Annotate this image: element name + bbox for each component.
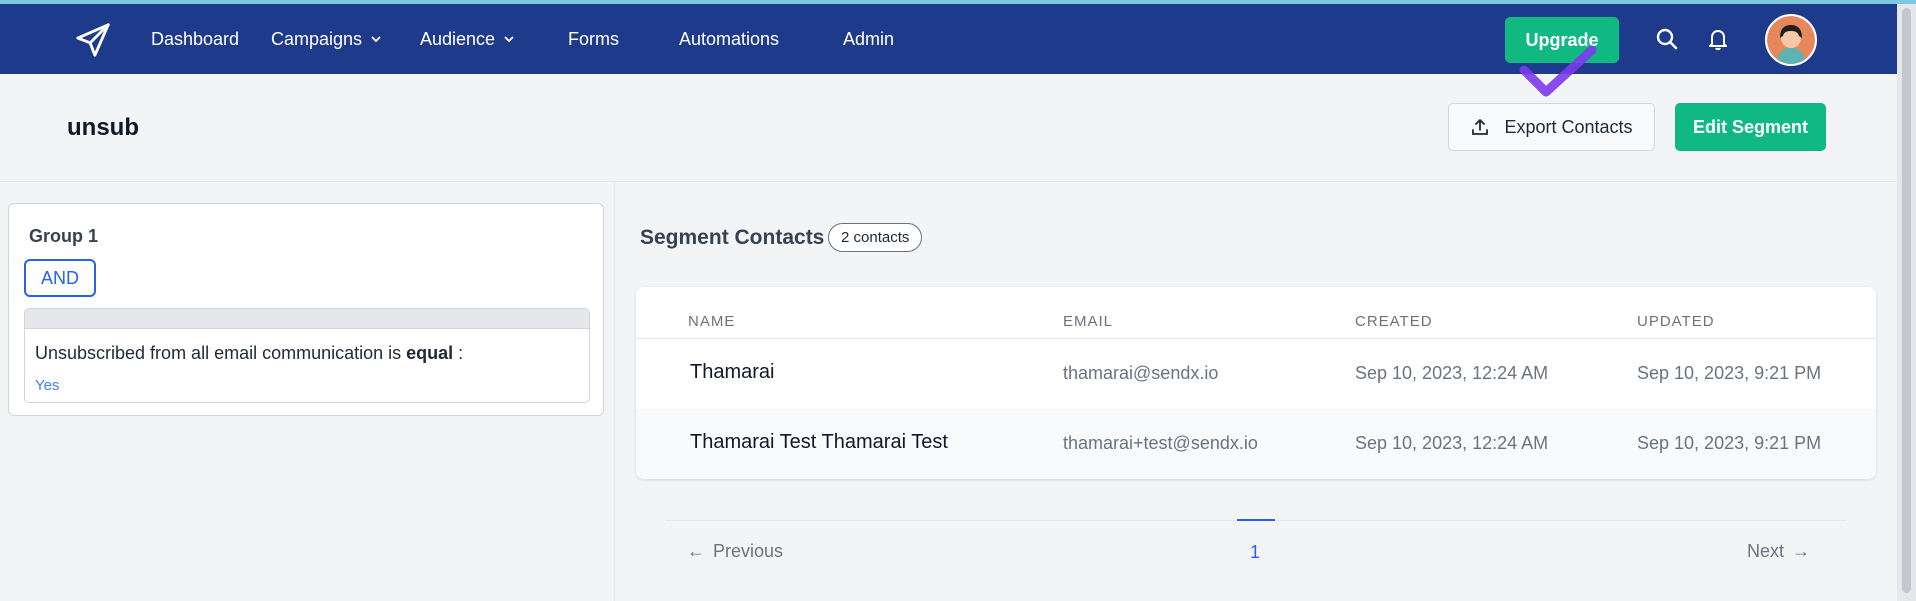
pagination-active-indicator bbox=[1237, 519, 1275, 521]
table-row[interactable]: Thamarai thamarai@sendx.io Sep 10, 2023,… bbox=[636, 339, 1876, 409]
export-contacts-label: Export Contacts bbox=[1504, 116, 1633, 137]
contacts-table: NAME EMAIL CREATED UPDATED Thamarai tham… bbox=[636, 287, 1876, 479]
upload-icon bbox=[1472, 119, 1489, 135]
chevron-down-icon bbox=[504, 36, 514, 43]
condition-operator: equal bbox=[406, 343, 454, 363]
contact-name[interactable]: Thamarai bbox=[690, 361, 774, 384]
nav-audience[interactable]: Audience bbox=[420, 28, 515, 50]
chevron-down-icon bbox=[371, 36, 381, 43]
contact-name[interactable]: Thamarai Test Thamarai Test bbox=[690, 431, 948, 454]
column-header-name: NAME bbox=[688, 313, 736, 330]
nav-campaigns-label: Campaigns bbox=[271, 29, 363, 49]
nav-admin[interactable]: Admin bbox=[843, 28, 894, 50]
contact-created: Sep 10, 2023, 12:24 AM bbox=[1355, 433, 1549, 453]
nav-dashboard-label: Dashboard bbox=[151, 29, 240, 49]
nav-forms-label: Forms bbox=[568, 29, 619, 49]
nav-forms[interactable]: Forms bbox=[568, 28, 619, 50]
arrow-right-icon: → bbox=[1792, 541, 1811, 561]
group-title: Group 1 bbox=[29, 226, 99, 246]
condition-header bbox=[25, 309, 589, 329]
condition-field: Unsubscribed from all email communicatio… bbox=[35, 343, 402, 363]
edit-segment-button[interactable]: Edit Segment bbox=[1675, 103, 1826, 151]
condition-text: Unsubscribed from all email communicatio… bbox=[35, 343, 463, 364]
arrow-left-icon: ← bbox=[687, 541, 705, 561]
checkmark-overlay-icon bbox=[1519, 45, 1597, 97]
search-icon[interactable] bbox=[1654, 26, 1680, 52]
pagination-previous[interactable]: ← Previous bbox=[687, 541, 783, 562]
nav-campaigns[interactable]: Campaigns bbox=[271, 28, 382, 50]
export-contacts-button[interactable]: Export Contacts bbox=[1448, 103, 1655, 151]
page-title: unsub bbox=[67, 114, 139, 141]
column-header-updated: UPDATED bbox=[1637, 313, 1715, 330]
column-header-email: EMAIL bbox=[1063, 313, 1114, 330]
paper-plane-logo-icon[interactable] bbox=[74, 21, 112, 59]
nav-automations-label: Automations bbox=[679, 29, 780, 49]
nav-dashboard[interactable]: Dashboard bbox=[151, 28, 239, 50]
column-header-created: CREATED bbox=[1355, 313, 1433, 330]
and-operator-button[interactable]: AND bbox=[24, 259, 96, 297]
pagination-next[interactable]: Next → bbox=[1747, 541, 1810, 562]
segment-group-card: Group 1 AND Unsubscribed from all email … bbox=[8, 203, 604, 416]
contacts-count-badge: 2 contacts bbox=[828, 223, 923, 252]
panel-divider bbox=[614, 182, 615, 601]
condition-box: Unsubscribed from all email communicatio… bbox=[24, 308, 590, 403]
segment-contacts-title: Segment Contacts bbox=[640, 226, 825, 249]
condition-suffix: : bbox=[453, 343, 464, 363]
pagination-page-1[interactable]: 1 bbox=[1250, 542, 1260, 563]
condition-value: Yes bbox=[35, 377, 60, 394]
contact-email: thamarai@sendx.io bbox=[1063, 363, 1219, 383]
table-row[interactable]: Thamarai Test Thamarai Test thamarai+tes… bbox=[636, 409, 1876, 479]
header-divider bbox=[0, 181, 1897, 182]
contact-updated: Sep 10, 2023, 9:21 PM bbox=[1637, 363, 1822, 383]
avatar[interactable] bbox=[1765, 14, 1817, 66]
pagination-next-label: Next bbox=[1747, 541, 1785, 561]
nav-admin-label: Admin bbox=[843, 29, 895, 49]
scrollbar-thumb[interactable] bbox=[1902, 8, 1911, 593]
bell-icon[interactable] bbox=[1705, 26, 1731, 52]
nav-automations[interactable]: Automations bbox=[679, 28, 779, 50]
user-avatar-icon bbox=[1767, 16, 1815, 64]
contact-updated: Sep 10, 2023, 9:21 PM bbox=[1637, 433, 1822, 453]
top-navbar: Dashboard Campaigns Audience Forms Autom… bbox=[0, 4, 1897, 74]
contact-created: Sep 10, 2023, 12:24 AM bbox=[1355, 363, 1549, 383]
contact-email: thamarai+test@sendx.io bbox=[1063, 433, 1258, 453]
pagination-previous-label: Previous bbox=[713, 541, 784, 561]
nav-audience-label: Audience bbox=[420, 29, 496, 49]
